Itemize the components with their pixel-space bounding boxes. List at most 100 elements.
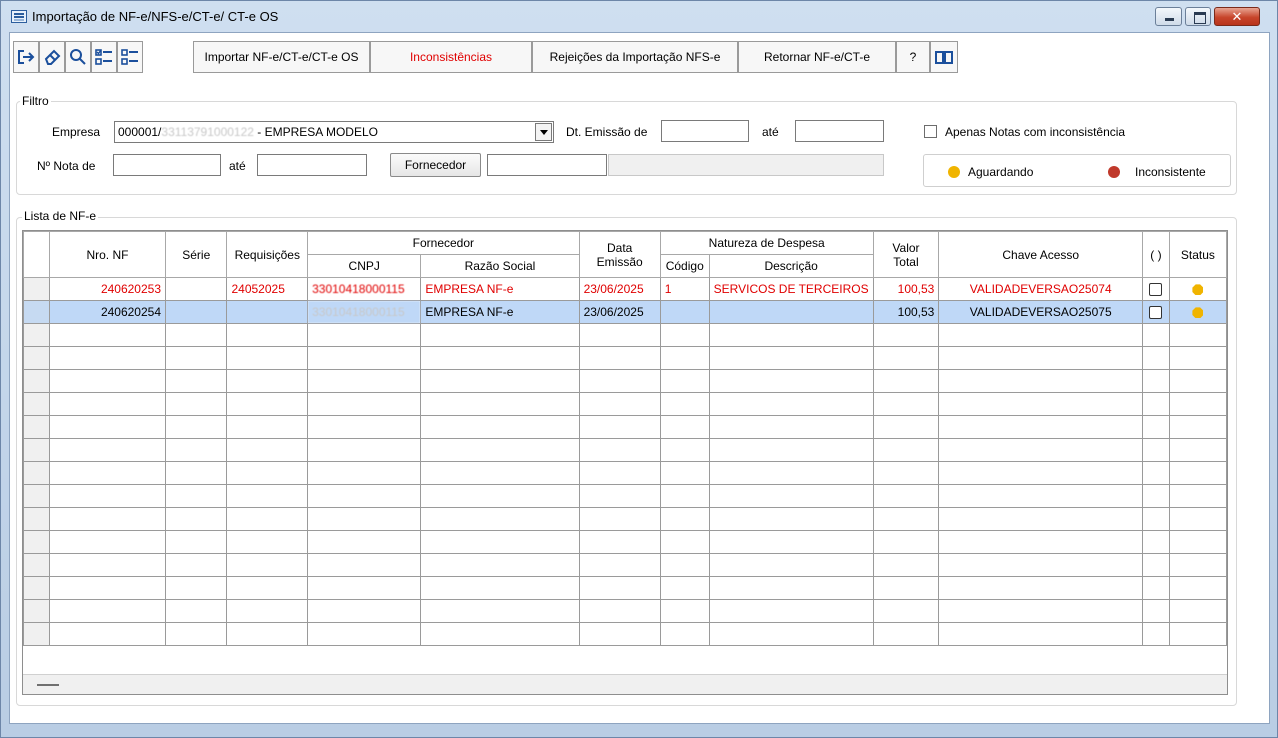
data-cell — [578, 461, 661, 485]
razao-cell — [420, 576, 580, 600]
col-descricao[interactable]: Descrição — [708, 254, 874, 278]
descricao-cell — [708, 369, 874, 393]
col-cnpj[interactable]: CNPJ — [307, 254, 422, 278]
razao-cell — [420, 599, 580, 623]
requisicoes-cell — [226, 576, 309, 600]
descricao-cell — [708, 346, 874, 370]
col-razao-social[interactable]: Razão Social — [420, 254, 580, 278]
serie-cell — [165, 323, 228, 347]
empresa-select[interactable]: 000001/33113791000122 - EMPRESA MODELO — [114, 121, 554, 143]
empty-row — [23, 553, 1227, 577]
razao-cell — [420, 461, 580, 485]
data-cell — [578, 346, 661, 370]
col-valor-total[interactable]: Valor Total — [872, 231, 940, 278]
maximize-button[interactable] — [1185, 7, 1211, 26]
cnpj-cell — [307, 346, 422, 370]
app-icon — [11, 10, 27, 23]
codigo-cell: 1 — [659, 277, 710, 301]
row-indicator — [23, 323, 50, 347]
clear-button[interactable] — [39, 41, 65, 73]
minimize-button[interactable] — [1155, 7, 1182, 26]
valor-cell — [872, 461, 940, 485]
row-indicator — [23, 507, 50, 531]
legend-inconsistent-label: Inconsistente — [1135, 165, 1206, 179]
unselect-all-button[interactable] — [117, 41, 143, 73]
descricao-cell — [708, 507, 874, 531]
col-selection[interactable]: ( ) — [1142, 231, 1170, 278]
exit-button[interactable] — [13, 41, 39, 73]
scrollbar-thumb[interactable] — [37, 684, 59, 686]
search-button[interactable] — [65, 41, 91, 73]
window-title: Importação de NF-e/NFS-e/CT-e/ CT-e OS — [32, 9, 279, 24]
table-row[interactable]: 240620254 33010418000115 EMPRESA NF-e 23/06… — [23, 300, 1227, 324]
empty-row — [23, 369, 1227, 393]
col-codigo[interactable]: Código — [659, 254, 710, 278]
only-inconsistent-checkbox[interactable] — [924, 125, 937, 138]
row-indicator-header — [23, 231, 50, 278]
status-cell — [1168, 530, 1227, 554]
razao-cell — [420, 392, 580, 416]
col-data-emissao[interactable]: Data Emissão — [578, 231, 661, 278]
chevron-down-icon[interactable] — [535, 123, 552, 141]
status-cell — [1168, 346, 1227, 370]
nro-cell — [48, 415, 167, 439]
row-indicator — [23, 622, 50, 646]
requisicoes-cell — [226, 346, 309, 370]
razao-cell — [420, 415, 580, 439]
chave-cell — [938, 622, 1144, 646]
nota-to-input[interactable] — [257, 154, 367, 176]
col-nro-nf[interactable]: Nro. NF — [48, 231, 167, 278]
import-button[interactable]: Importar NF-e/CT-e/CT-e OS — [193, 41, 370, 73]
col-chave-acesso[interactable]: Chave Acesso — [938, 231, 1144, 278]
empty-row — [23, 507, 1227, 531]
valor-cell — [872, 392, 940, 416]
requisicoes-cell — [226, 300, 309, 324]
dt-emissao-to-input[interactable] — [795, 120, 884, 142]
nota-from-input[interactable] — [113, 154, 221, 176]
codigo-cell — [659, 392, 710, 416]
selection-cell — [1142, 553, 1170, 577]
serie-cell — [165, 461, 228, 485]
nro-cell — [48, 461, 167, 485]
col-serie[interactable]: Série — [165, 231, 228, 278]
requisicoes-cell — [226, 369, 309, 393]
cnpj-cell — [307, 438, 422, 462]
col-status[interactable]: Status — [1168, 231, 1227, 278]
row-indicator — [23, 415, 50, 439]
filter-group-label: Filtro — [20, 94, 51, 108]
status-cell — [1168, 553, 1227, 577]
return-button[interactable]: Retornar NF-e/CT-e — [738, 41, 896, 73]
inconsistencies-button[interactable]: Inconsistências — [370, 41, 532, 73]
empty-row — [23, 392, 1227, 416]
help-button[interactable]: ? — [896, 41, 930, 73]
selection-cell — [1142, 277, 1170, 301]
row-checkbox[interactable] — [1149, 306, 1163, 320]
waiting-dot-icon — [948, 166, 960, 178]
fornecedor-code-input[interactable] — [487, 154, 607, 176]
status-cell — [1168, 622, 1227, 646]
select-all-button[interactable] — [91, 41, 117, 73]
serie-cell — [165, 369, 228, 393]
fornecedor-button[interactable]: Fornecedor — [390, 153, 481, 177]
close-button[interactable] — [1214, 7, 1260, 26]
selection-cell — [1142, 484, 1170, 508]
row-checkbox[interactable] — [1149, 283, 1163, 297]
nro-cell — [48, 553, 167, 577]
col-requisicoes[interactable]: Requisições — [226, 231, 309, 278]
chave-cell — [938, 323, 1144, 347]
nro-cell: 240620254 — [48, 300, 167, 324]
manual-button[interactable] — [930, 41, 958, 73]
table-row[interactable]: 240620253 24052025 33010418000115 EMPRESA N… — [23, 277, 1227, 301]
col-data-emissao-line2: Emissão — [596, 254, 643, 269]
descricao-cell — [708, 484, 874, 508]
valor-cell — [872, 622, 940, 646]
horizontal-scrollbar[interactable] — [23, 674, 1227, 694]
nro-cell — [48, 622, 167, 646]
rejections-button[interactable]: Rejeições da Importação NFS-e — [532, 41, 738, 73]
nro-cell — [48, 438, 167, 462]
col-data-emissao-line1: Data — [607, 240, 633, 255]
dt-emissao-from-input[interactable] — [661, 120, 749, 142]
row-indicator — [23, 599, 50, 623]
cnpj-cell — [307, 622, 422, 646]
chave-cell — [938, 599, 1144, 623]
